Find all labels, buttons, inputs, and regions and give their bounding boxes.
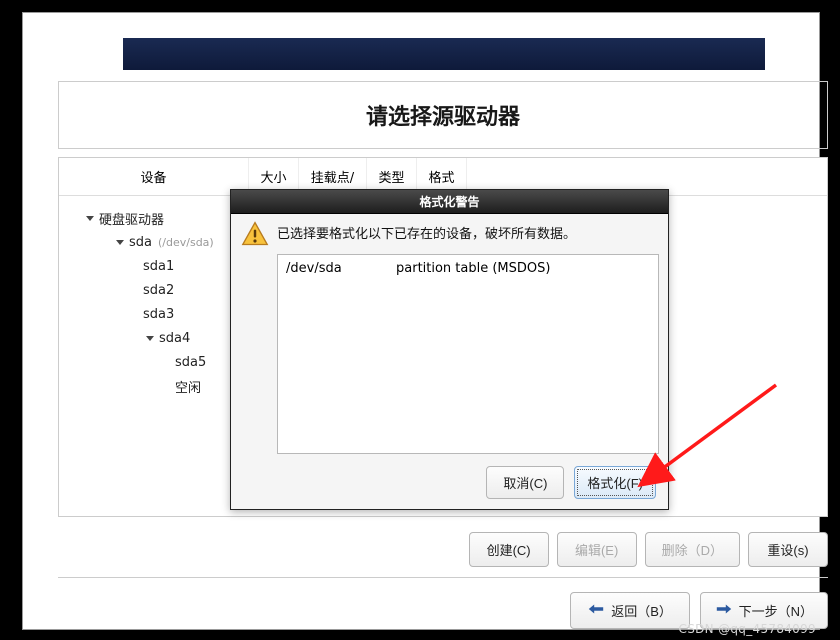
create-button[interactable]: 创建(C) — [469, 532, 549, 567]
back-button[interactable]: 返回（B） — [570, 592, 690, 629]
cancel-button[interactable]: 取消(C) — [486, 466, 564, 499]
device-listbox[interactable]: /dev/sda partition table (MSDOS) — [277, 254, 659, 454]
device-path: /dev/sda — [286, 261, 396, 276]
dialog-title[interactable]: 格式化警告 — [231, 190, 668, 214]
format-button[interactable]: 格式化(F) — [574, 466, 656, 499]
chevron-down-icon — [143, 331, 157, 345]
tree-label: sda2 — [143, 283, 174, 298]
tree-label: sda4 — [159, 331, 190, 346]
back-label: 返回（B） — [611, 601, 672, 620]
watermark: CSDN @qq_45784099 — [679, 622, 816, 636]
page-title: 请选择源驱动器 — [366, 99, 520, 131]
device-desc: partition table (MSDOS) — [396, 261, 550, 276]
tree-label: 空闲 — [175, 377, 201, 396]
tree-sublabel: (/dev/sda) — [158, 236, 214, 249]
dialog-message: 已选择要格式化以下已存在的设备，破坏所有数据。 — [277, 220, 576, 242]
header-banner — [123, 38, 765, 70]
dialog-buttons: 取消(C) 格式化(F) — [486, 466, 656, 499]
tree-label: sda — [129, 235, 152, 250]
tree-label: 硬盘驱动器 — [99, 209, 164, 228]
divider — [58, 577, 828, 578]
dialog-body: 已选择要格式化以下已存在的设备，破坏所有数据。 /dev/sda partiti… — [231, 214, 668, 461]
chevron-down-icon — [83, 211, 97, 225]
title-panel: 请选择源驱动器 — [58, 81, 828, 149]
installer-window: 请选择源驱动器 设备 大小 挂载点/ 类型 格式 硬盘驱动器 sda (/dev… — [22, 12, 820, 630]
partition-buttons: 创建(C) 编辑(E) 删除（D） 重设(s) — [58, 529, 828, 569]
reset-button[interactable]: 重设(s) — [748, 532, 828, 567]
tree-label: sda5 — [175, 355, 206, 370]
tree-label: sda3 — [143, 307, 174, 322]
next-label: 下一步（N） — [739, 601, 813, 620]
arrow-right-icon — [715, 603, 733, 618]
device-list-row: /dev/sda partition table (MSDOS) — [286, 261, 650, 276]
edit-button[interactable]: 编辑(E) — [557, 532, 637, 567]
format-warning-dialog: 格式化警告 已选择要格式化以下已存在的设备，破坏所有数据。 /dev/sda p… — [230, 189, 669, 510]
col-device[interactable]: 设备 — [59, 158, 249, 195]
chevron-down-icon — [113, 235, 127, 249]
delete-button[interactable]: 删除（D） — [645, 532, 740, 567]
warning-icon — [241, 220, 269, 248]
arrow-left-icon — [587, 603, 605, 618]
tree-label: sda1 — [143, 259, 174, 274]
